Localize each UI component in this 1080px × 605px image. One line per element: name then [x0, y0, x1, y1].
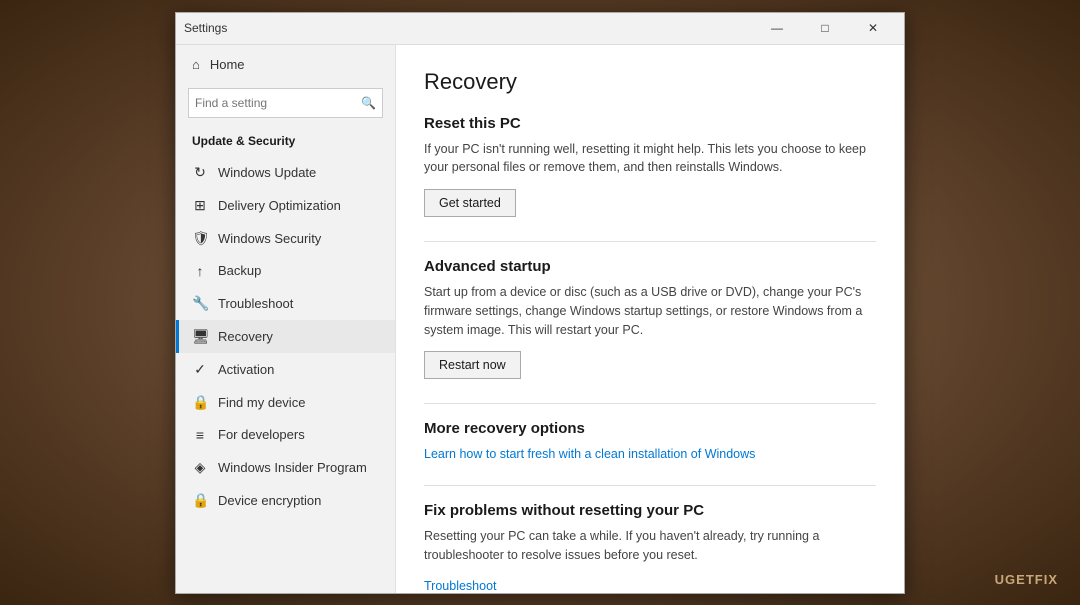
backup-icon: [192, 263, 208, 279]
troubleshoot-link[interactable]: Troubleshoot: [424, 579, 497, 593]
window-title: Settings: [184, 21, 227, 35]
developer-icon: ≡: [192, 427, 208, 443]
sidebar-item-for-developers[interactable]: ≡ For developers: [176, 419, 395, 451]
settings-window: Settings — □ ✕ Home 🔍 Update & Security …: [175, 12, 905, 594]
divider-1: [424, 241, 876, 242]
sidebar-item-label: Troubleshoot: [218, 296, 293, 311]
sidebar-item-device-encryption[interactable]: 🔒 Device encryption: [176, 484, 395, 517]
window-content: Home 🔍 Update & Security Windows Update …: [176, 45, 904, 593]
sidebar-item-delivery-optimization[interactable]: ⊞ Delivery Optimization: [176, 189, 395, 222]
sidebar-home-label: Home: [210, 57, 245, 72]
sidebar-item-label: Device encryption: [218, 493, 321, 508]
home-icon: [192, 57, 200, 72]
close-button[interactable]: ✕: [850, 12, 896, 44]
sidebar-item-backup[interactable]: Backup: [176, 255, 395, 287]
title-bar: Settings — □ ✕: [176, 13, 904, 45]
maximize-button[interactable]: □: [802, 12, 848, 44]
sidebar-item-label: Backup: [218, 263, 261, 278]
sidebar-item-label: Windows Insider Program: [218, 460, 367, 475]
sidebar-item-label: Recovery: [218, 329, 273, 344]
sidebar-item-label: Activation: [218, 362, 274, 377]
restart-now-button[interactable]: Restart now: [424, 351, 521, 379]
activation-icon: ✓: [192, 361, 208, 378]
search-box[interactable]: 🔍: [188, 88, 383, 118]
search-icon[interactable]: 🔍: [361, 96, 376, 110]
sidebar-item-recovery[interactable]: 🖥 Recovery: [176, 320, 395, 353]
page-title: Recovery: [424, 69, 876, 95]
clean-install-link[interactable]: Learn how to start fresh with a clean in…: [424, 447, 755, 461]
advanced-startup-title: Advanced startup: [424, 258, 876, 275]
insider-icon: ◈: [192, 459, 208, 476]
sidebar-item-windows-update[interactable]: Windows Update: [176, 156, 395, 189]
sidebar-item-label: Windows Update: [218, 165, 316, 180]
sidebar-item-windows-security[interactable]: 🛡 Windows Security: [176, 222, 395, 255]
reset-pc-title: Reset this PC: [424, 115, 876, 132]
sidebar-item-activation[interactable]: ✓ Activation: [176, 353, 395, 386]
sidebar-item-windows-insider[interactable]: ◈ Windows Insider Program: [176, 451, 395, 484]
sidebar: Home 🔍 Update & Security Windows Update …: [176, 45, 396, 593]
advanced-startup-text: Start up from a device or disc (such as …: [424, 283, 876, 339]
sidebar-item-label: Delivery Optimization: [218, 198, 341, 213]
security-icon: 🛡: [192, 230, 208, 247]
sidebar-item-home[interactable]: Home: [176, 45, 395, 84]
sidebar-item-troubleshoot[interactable]: 🔧 Troubleshoot: [176, 287, 395, 320]
divider-2: [424, 403, 876, 404]
recovery-icon: 🖥: [192, 328, 208, 345]
reset-pc-text: If your PC isn't running well, resetting…: [424, 140, 876, 178]
watermark: UGETFIX: [995, 572, 1058, 587]
window-controls: — □ ✕: [754, 12, 896, 44]
get-started-button[interactable]: Get started: [424, 189, 516, 217]
sidebar-item-label: Find my device: [218, 395, 305, 410]
fix-problems-text: Resetting your PC can take a while. If y…: [424, 527, 876, 565]
minimize-button[interactable]: —: [754, 12, 800, 44]
more-recovery-title: More recovery options: [424, 420, 876, 437]
search-input[interactable]: [195, 96, 361, 110]
sidebar-item-find-my-device[interactable]: 🔒 Find my device: [176, 386, 395, 419]
sidebar-item-label: Windows Security: [218, 231, 321, 246]
sidebar-item-label: For developers: [218, 427, 305, 442]
divider-3: [424, 485, 876, 486]
main-content: Recovery Reset this PC If your PC isn't …: [396, 45, 904, 593]
find-device-icon: 🔒: [192, 394, 208, 411]
encryption-icon: 🔒: [192, 492, 208, 509]
sidebar-section-title: Update & Security: [176, 128, 395, 154]
troubleshoot-icon: 🔧: [192, 295, 208, 312]
update-icon: [192, 164, 208, 181]
fix-problems-title: Fix problems without resetting your PC: [424, 502, 876, 519]
delivery-icon: ⊞: [192, 197, 208, 214]
